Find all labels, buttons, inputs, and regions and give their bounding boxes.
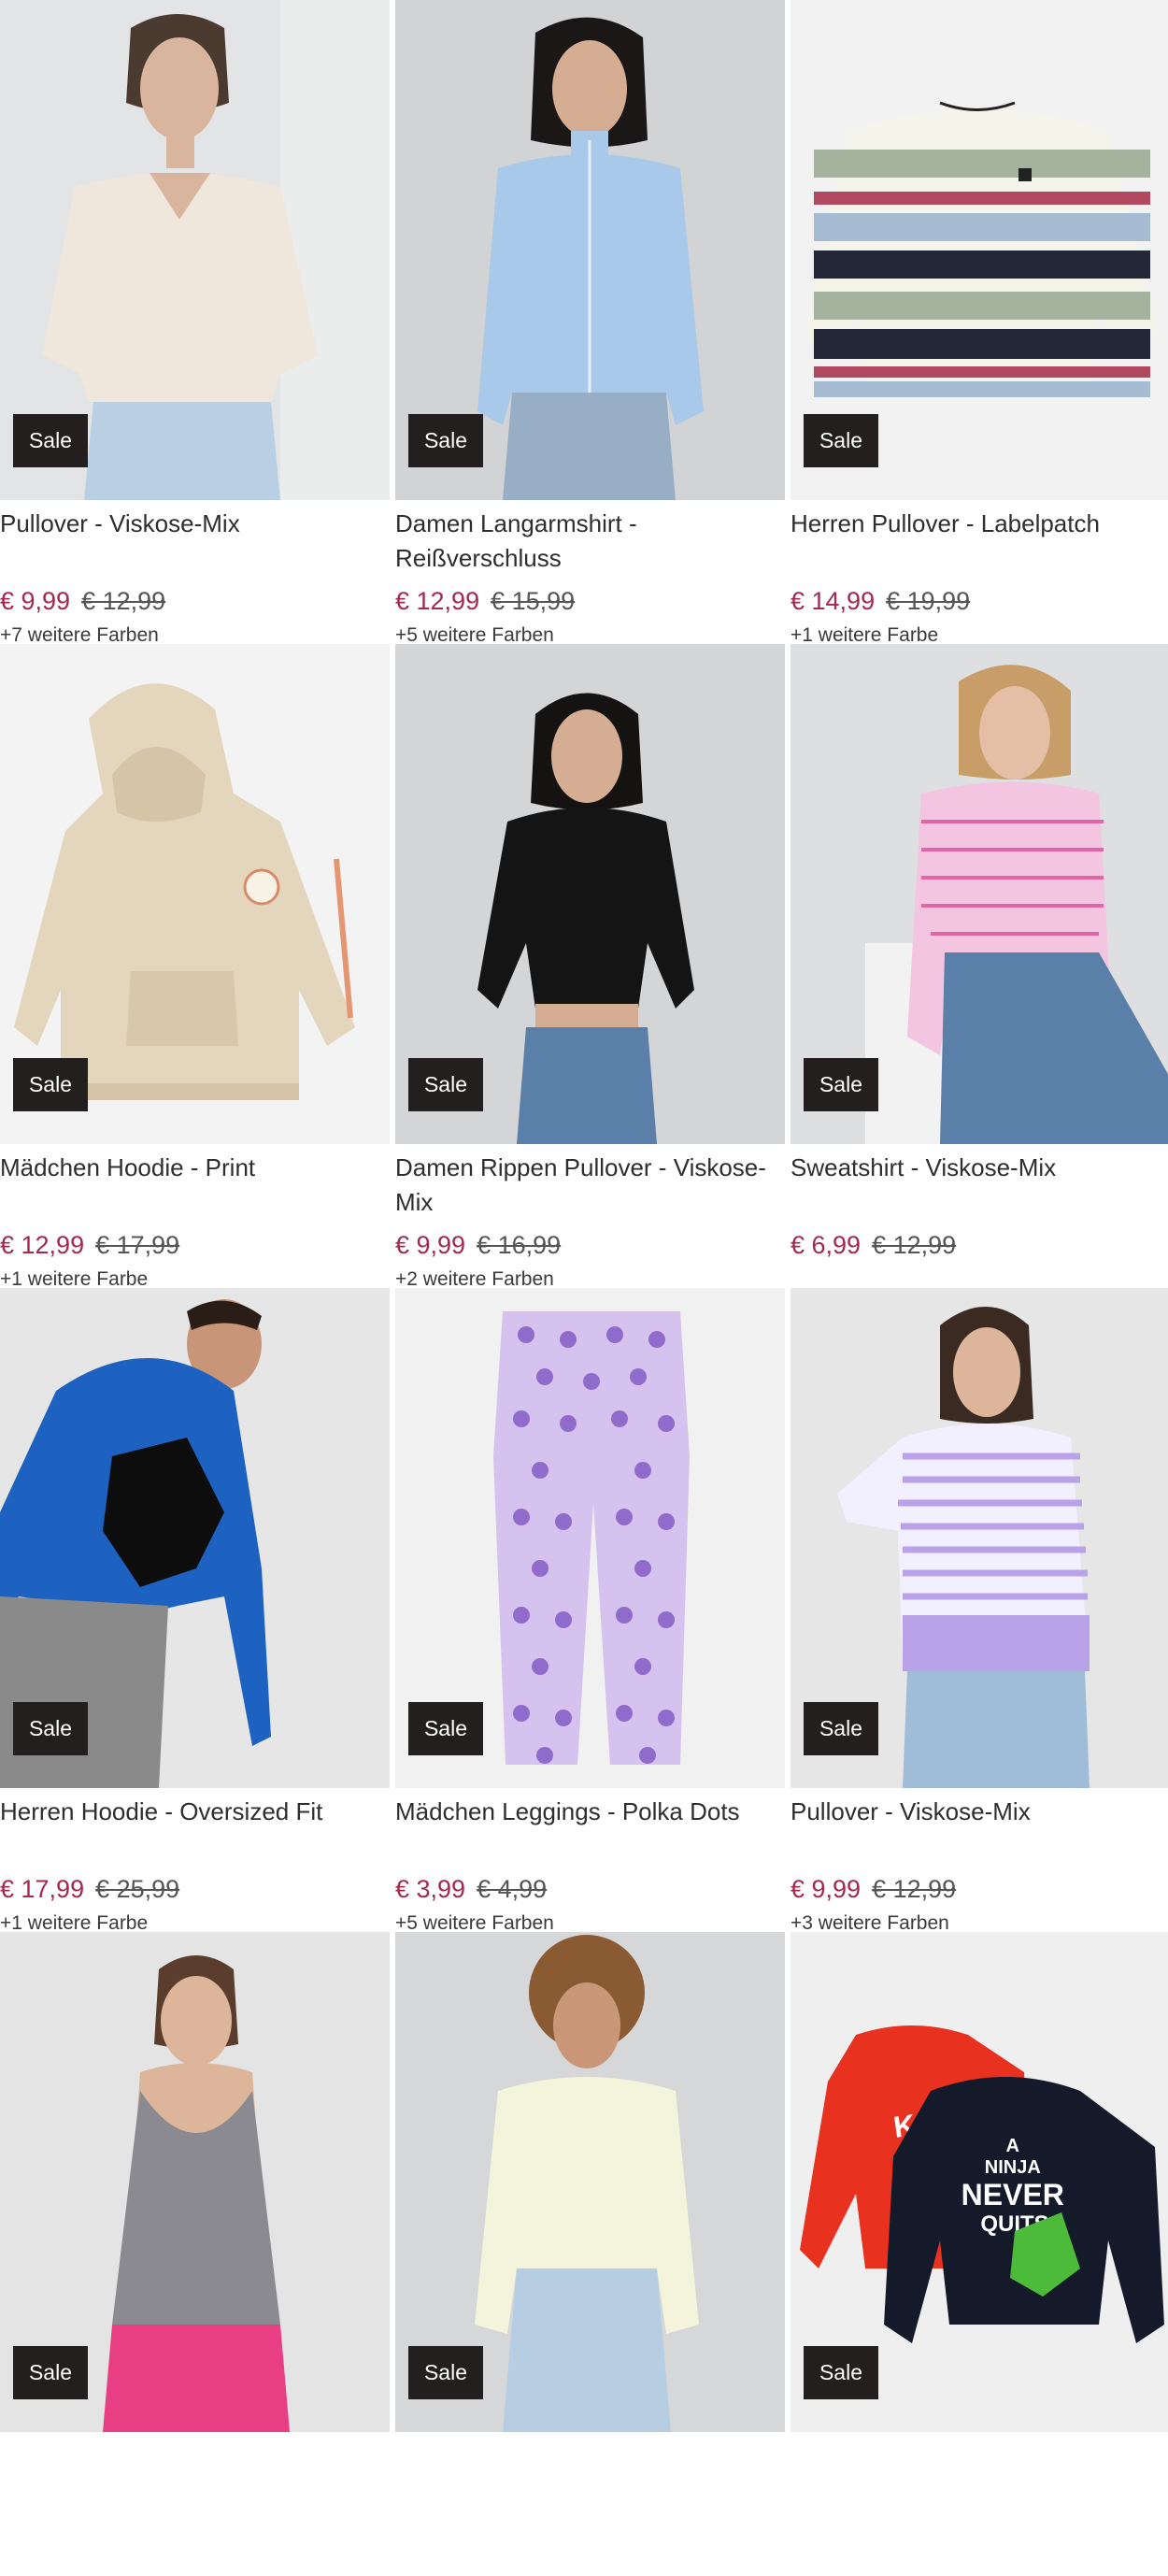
product-grid: Sale Pullover - Viskose-Mix € 9,99 € 12,9…	[0, 0, 1168, 2576]
sale-price: € 14,99	[791, 587, 876, 615]
price-row: € 12,99 € 17,99	[0, 1229, 390, 1261]
sale-price: € 9,99	[791, 1875, 862, 1903]
product-title[interactable]: Pullover - Viskose-Mix	[791, 1788, 1168, 1864]
price-row: € 3,99 € 4,99	[395, 1873, 785, 1905]
price-row: € 9,99 € 12,99	[791, 1873, 1168, 1905]
sale-price: € 12,99	[395, 587, 480, 615]
sale-price: € 9,99	[0, 587, 71, 615]
product-title[interactable]	[0, 2432, 390, 2508]
product-title[interactable]: Mädchen Hoodie - Print	[0, 1144, 390, 1220]
product-image[interactable]: Sale	[395, 1288, 785, 1788]
product-card[interactable]: Sale Herren Hoodie - Oversized Fit € 17,…	[0, 1288, 390, 1934]
product-card[interactable]: Sale Mädchen Leggings - Polka Dots € 3,9…	[395, 1288, 785, 1934]
price-row: € 9,99 € 16,99	[395, 1229, 785, 1261]
sale-price: € 6,99	[791, 1231, 862, 1259]
price-row: € 12,99 € 15,99	[395, 585, 785, 617]
product-title[interactable]	[791, 2432, 1168, 2508]
sale-price: € 3,99	[395, 1875, 466, 1903]
product-card[interactable]: Sale	[395, 1932, 785, 2576]
product-title[interactable]: Herren Hoodie - Oversized Fit	[0, 1788, 390, 1864]
product-image[interactable]: Sale	[0, 1288, 390, 1788]
product-card[interactable]: Sale Sweatshirt - Viskose-Mix € 6,99 € 12…	[791, 644, 1168, 1288]
sale-badge: Sale	[13, 1058, 88, 1111]
sale-badge: Sale	[13, 1702, 88, 1755]
product-title[interactable]	[395, 2432, 785, 2508]
original-price: € 4,99	[477, 1875, 548, 1903]
sale-badge: Sale	[804, 2346, 878, 2399]
product-image[interactable]: KAI A NINJA NEVER QUITS Sale	[791, 1932, 1168, 2432]
product-image[interactable]: Sale	[0, 0, 390, 500]
product-image[interactable]: Sale	[0, 644, 390, 1144]
original-price: € 12,99	[81, 587, 166, 615]
product-image[interactable]: Sale	[395, 644, 785, 1144]
price-row: € 6,99 € 12,99	[791, 1229, 1168, 1261]
sale-price: € 9,99	[395, 1231, 466, 1259]
sale-badge: Sale	[804, 1702, 878, 1755]
product-card[interactable]: Sale Damen Rippen Pullover - Viskose-Mix…	[395, 644, 785, 1290]
product-card[interactable]: Sale Damen Langarmshirt - Reißverschluss…	[395, 0, 785, 646]
product-card[interactable]: Sale Herren Pullover - Labelpatch € 14,9…	[791, 0, 1168, 646]
sale-badge: Sale	[804, 414, 878, 467]
print-text-line-3: NEVER	[961, 2178, 1064, 2211]
sale-badge: Sale	[804, 1058, 878, 1111]
sale-badge: Sale	[13, 414, 88, 467]
product-title[interactable]: Mädchen Leggings - Polka Dots	[395, 1788, 785, 1864]
original-price: € 12,99	[872, 1231, 957, 1259]
product-image[interactable]: Sale	[395, 0, 785, 500]
sale-badge: Sale	[408, 2346, 483, 2399]
original-price: € 12,99	[872, 1875, 957, 1903]
original-price: € 25,99	[95, 1875, 180, 1903]
product-title[interactable]: Pullover - Viskose-Mix	[0, 500, 390, 576]
original-price: € 17,99	[95, 1231, 180, 1259]
price-row: € 14,99 € 19,99	[791, 585, 1168, 617]
product-card[interactable]: KAI A NINJA NEVER QUITS Sale	[791, 1932, 1168, 2576]
product-title[interactable]: Herren Pullover - Labelpatch	[791, 500, 1168, 576]
sale-badge: Sale	[408, 414, 483, 467]
print-text-line-2: NINJA	[985, 2157, 1041, 2178]
price-row: € 17,99 € 25,99	[0, 1873, 390, 1905]
sale-badge: Sale	[13, 2346, 88, 2399]
product-card[interactable]: Sale Mädchen Hoodie - Print € 12,99 € 17,…	[0, 644, 390, 1290]
product-image[interactable]: Sale	[0, 1932, 390, 2432]
original-price: € 16,99	[477, 1231, 562, 1259]
product-card[interactable]: Sale Pullover - Viskose-Mix € 9,99 € 12,9…	[0, 0, 390, 646]
product-image[interactable]: Sale	[791, 644, 1168, 1144]
product-image[interactable]: Sale	[791, 0, 1168, 500]
product-card[interactable]: Sale Pullover - Viskose-Mix € 9,99 € 12,9…	[791, 1288, 1168, 1934]
product-image[interactable]: Sale	[791, 1288, 1168, 1788]
product-card[interactable]: Sale	[0, 1932, 390, 2576]
sale-price: € 17,99	[0, 1875, 85, 1903]
sale-badge: Sale	[408, 1702, 483, 1755]
print-text-line-1: A	[1006, 2136, 1019, 2156]
sale-badge: Sale	[408, 1058, 483, 1111]
price-row: € 9,99 € 12,99	[0, 585, 390, 617]
product-image[interactable]: Sale	[395, 1932, 785, 2432]
product-title[interactable]: Damen Langarmshirt - Reißverschluss	[395, 500, 785, 576]
product-title[interactable]: Sweatshirt - Viskose-Mix	[791, 1144, 1168, 1220]
sale-price: € 12,99	[0, 1231, 85, 1259]
original-price: € 15,99	[491, 587, 576, 615]
original-price: € 19,99	[886, 587, 971, 615]
product-title[interactable]: Damen Rippen Pullover - Viskose-Mix	[395, 1144, 785, 1220]
